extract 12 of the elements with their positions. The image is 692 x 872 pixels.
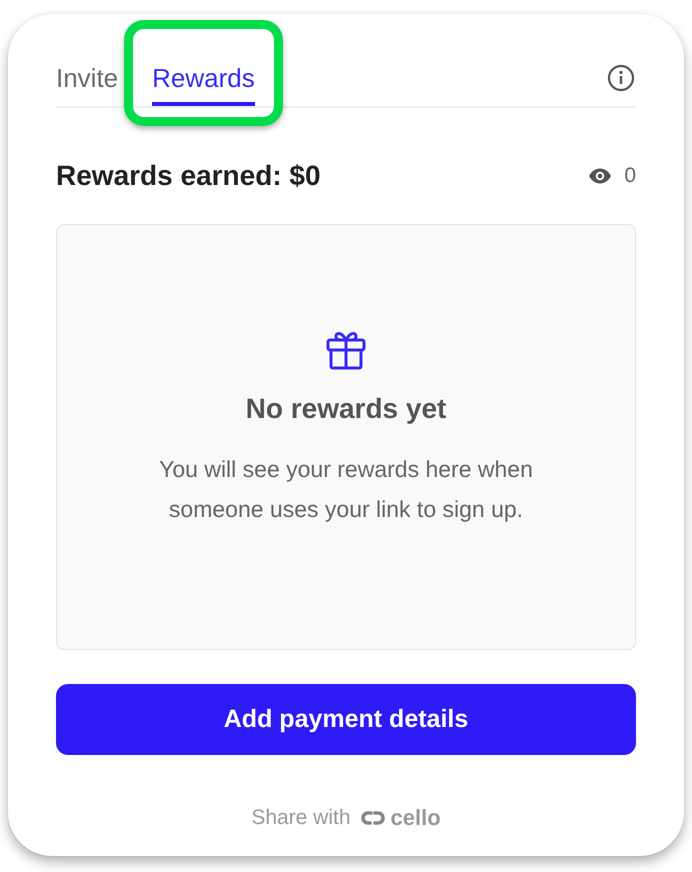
tab[interactable]: Invite: [56, 50, 118, 106]
view-count: 0: [624, 164, 636, 188]
add-payment-button[interactable]: Add payment details: [56, 684, 636, 755]
rewards-earned-heading: Rewards earned: $0: [56, 160, 321, 192]
eye-icon: [588, 168, 612, 184]
empty-state-title: No rewards yet: [246, 393, 446, 425]
info-icon[interactable]: [606, 63, 636, 93]
tab[interactable]: Rewards: [152, 50, 255, 106]
empty-state-message: You will see your rewards here when someone uses your link to sign up.: [158, 455, 534, 524]
brand-name: cello: [390, 805, 441, 831]
share-with-text: Share with: [251, 806, 351, 830]
link-icon: [360, 810, 385, 826]
